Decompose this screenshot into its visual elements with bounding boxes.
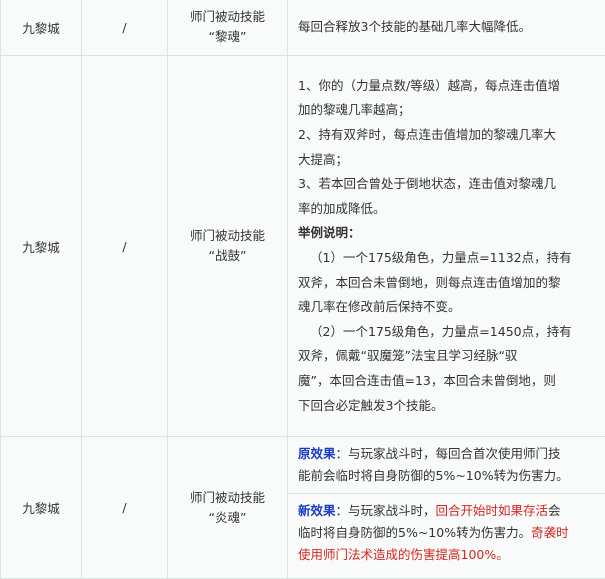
skill-cell: 师门被动技能 “炎魂” bbox=[168, 437, 288, 579]
old-effect: 原效果：与玩家战斗时，每回合首次使用师门技 能前会临时将自身防御的5%~10%转… bbox=[288, 437, 605, 493]
slash-cell: / bbox=[82, 56, 168, 437]
old-effect-label: 原效果 bbox=[298, 446, 336, 461]
effect-line: 双斧，本回合未曾倒地，则每点连击值增加的黎 bbox=[298, 271, 599, 296]
effect-line: 魔”，本回合连击值=13，本回合未曾倒地，则 bbox=[298, 369, 599, 394]
slash-cell: / bbox=[82, 0, 168, 56]
old-effect-text: ：与玩家战斗时，每回合首次使用师门技 bbox=[336, 446, 561, 461]
skill-type: 师门被动技能 bbox=[168, 488, 287, 508]
sect-cell: 九黎城 bbox=[1, 0, 82, 56]
new-effect: 新效果：与玩家战斗时，回合开始时如果存活会 临时将自身防御的5%~10%转为伤害… bbox=[288, 493, 605, 572]
effect-line: 双斧，佩戴“驭魔笼”法宝且学习经脉“驭 bbox=[298, 344, 599, 369]
skill-name: “战鼓” bbox=[168, 246, 287, 266]
skill-cell: 师门被动技能 “黎魂” bbox=[168, 0, 288, 56]
skill-cell: 师门被动技能 “战鼓” bbox=[168, 56, 288, 437]
new-effect-text: ：与玩家战斗时， bbox=[336, 503, 436, 518]
effect-line: 下回合必定触发3个技能。 bbox=[298, 394, 599, 419]
effect-line: 大提高； bbox=[298, 148, 599, 173]
example-heading: 举例说明： bbox=[298, 221, 599, 246]
effect-line: 加的黎魂几率越高； bbox=[298, 98, 599, 123]
effect-line: 2、持有双斧时，每点连击值增加的黎魂几率大 bbox=[298, 123, 599, 148]
effect-cell: 每回合释放3个技能的基础几率大幅降低。 bbox=[288, 0, 605, 56]
skill-type: 师门被动技能 bbox=[168, 7, 287, 27]
slash-cell: / bbox=[82, 437, 168, 579]
new-effect-label: 新效果 bbox=[298, 503, 336, 518]
effect-cell: 原效果：与玩家战斗时，每回合首次使用师门技 能前会临时将自身防御的5%~10%转… bbox=[288, 437, 605, 579]
sect-cell: 九黎城 bbox=[1, 437, 82, 579]
skill-name: “炎魂” bbox=[168, 508, 287, 528]
new-effect-text: 临时将自身防御的5%~10%转为伤害力。 bbox=[298, 525, 531, 540]
new-effect-highlight: 回合开始时如果存活 bbox=[436, 503, 549, 518]
effect-cell: 1、你的（力量点数/等级）越高，每点连击值增 加的黎魂几率越高； 2、持有双斧时… bbox=[288, 56, 605, 437]
effect-line: 魂几率在修改前后保持不变。 bbox=[298, 295, 599, 320]
skill-name: “黎魂” bbox=[168, 27, 287, 47]
effect-line: 率的加成降低。 bbox=[298, 197, 599, 222]
table-row: 九黎城 / 师门被动技能 “战鼓” 1、你的（力量点数/等级）越高，每点连击值增… bbox=[1, 56, 605, 437]
effect-line: 1、你的（力量点数/等级）越高，每点连击值增 bbox=[298, 74, 599, 99]
skill-table: 九黎城 / 师门被动技能 “黎魂” 每回合释放3个技能的基础几率大幅降低。 九黎… bbox=[0, 0, 605, 579]
new-effect-text: 会 bbox=[548, 503, 561, 518]
new-effect-highlight: 奇袭时 bbox=[531, 525, 569, 540]
old-effect-text: 能前会临时将自身防御的5%~10%转为伤害力。 bbox=[298, 465, 599, 487]
new-effect-highlight: 使用师门法术造成的伤害提高100%。 bbox=[298, 544, 599, 566]
effect-line: （2）一个175级角色，力量点=1450点，持有 bbox=[298, 320, 599, 345]
effect-line: 3、若本回合曾处于倒地状态，连击值对黎魂几 bbox=[298, 172, 599, 197]
effect-line: （1）一个175级角色，力量点=1132点，持有 bbox=[298, 246, 599, 271]
sect-cell: 九黎城 bbox=[1, 56, 82, 437]
table-row: 九黎城 / 师门被动技能 “黎魂” 每回合释放3个技能的基础几率大幅降低。 bbox=[1, 0, 605, 56]
table-row: 九黎城 / 师门被动技能 “炎魂” 原效果：与玩家战斗时，每回合首次使用师门技 … bbox=[1, 437, 605, 579]
skill-type: 师门被动技能 bbox=[168, 226, 287, 246]
